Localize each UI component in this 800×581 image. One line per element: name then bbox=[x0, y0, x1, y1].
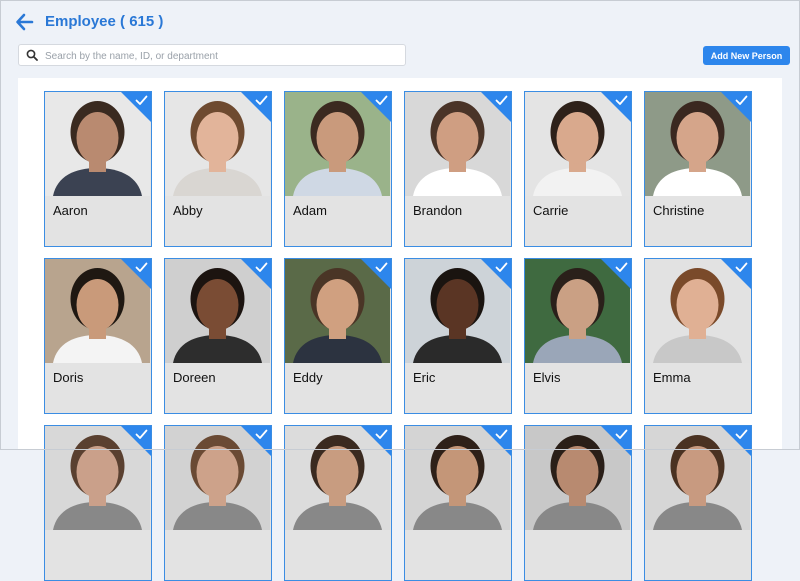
employee-name: Elvis bbox=[533, 370, 561, 385]
employee-card[interactable]: Carrie bbox=[524, 91, 632, 247]
checkmark-icon bbox=[135, 262, 148, 272]
employee-card[interactable]: Aaron bbox=[44, 91, 152, 247]
employee-name: Adam bbox=[293, 203, 327, 218]
checkmark-icon bbox=[615, 95, 628, 105]
employee-name: Eddy bbox=[293, 370, 323, 385]
checkmark-icon bbox=[255, 429, 268, 439]
employee-name: Christine bbox=[653, 203, 705, 218]
employee-card[interactable]: Doris bbox=[44, 258, 152, 414]
search-bar[interactable] bbox=[18, 44, 406, 66]
employee-card[interactable]: Eddy bbox=[284, 258, 392, 414]
employee-card[interactable] bbox=[524, 425, 632, 581]
employee-card[interactable]: Christine bbox=[644, 91, 752, 247]
checkmark-icon bbox=[375, 262, 388, 272]
employee-card[interactable] bbox=[164, 425, 272, 581]
employee-card[interactable]: Eric bbox=[404, 258, 512, 414]
employee-card[interactable]: Brandon bbox=[404, 91, 512, 247]
employee-name: Doris bbox=[53, 370, 84, 385]
employee-card[interactable] bbox=[404, 425, 512, 581]
checkmark-icon bbox=[615, 262, 628, 272]
page-title: Employee ( 615 ) bbox=[45, 13, 164, 30]
employee-name: Eric bbox=[413, 370, 436, 385]
checkmark-icon bbox=[135, 95, 148, 105]
employee-name: Carrie bbox=[533, 203, 569, 218]
employee-card[interactable]: Elvis bbox=[524, 258, 632, 414]
checkmark-icon bbox=[735, 95, 748, 105]
search-icon bbox=[26, 49, 38, 61]
checkmark-icon bbox=[615, 429, 628, 439]
employee-grid: Aaron Abby Adam Brandon Carrie Christine… bbox=[44, 91, 752, 581]
employee-name: Aaron bbox=[53, 203, 88, 218]
employee-card[interactable] bbox=[284, 425, 392, 581]
checkmark-icon bbox=[375, 95, 388, 105]
checkmark-icon bbox=[375, 429, 388, 439]
employee-name: Doreen bbox=[173, 370, 216, 385]
employee-name: Abby bbox=[173, 203, 203, 218]
arrow-left-icon[interactable] bbox=[14, 11, 36, 33]
checkmark-icon bbox=[255, 262, 268, 272]
checkmark-icon bbox=[495, 429, 508, 439]
checkmark-icon bbox=[735, 429, 748, 439]
search-input[interactable] bbox=[43, 47, 402, 65]
employee-card[interactable]: Emma bbox=[644, 258, 752, 414]
checkmark-icon bbox=[135, 429, 148, 439]
add-new-person-button[interactable]: Add New Person bbox=[703, 46, 790, 65]
employee-card[interactable] bbox=[644, 425, 752, 581]
employee-card[interactable]: Doreen bbox=[164, 258, 272, 414]
checkmark-icon bbox=[255, 95, 268, 105]
employee-card[interactable]: Adam bbox=[284, 91, 392, 247]
employee-card[interactable]: Abby bbox=[164, 91, 272, 247]
employee-card[interactable] bbox=[44, 425, 152, 581]
app-header: Employee ( 615 ) bbox=[0, 0, 800, 42]
employee-name: Emma bbox=[653, 370, 691, 385]
employee-name: Brandon bbox=[413, 203, 463, 218]
checkmark-icon bbox=[495, 262, 508, 272]
checkmark-icon bbox=[495, 95, 508, 105]
checkmark-icon bbox=[735, 262, 748, 272]
